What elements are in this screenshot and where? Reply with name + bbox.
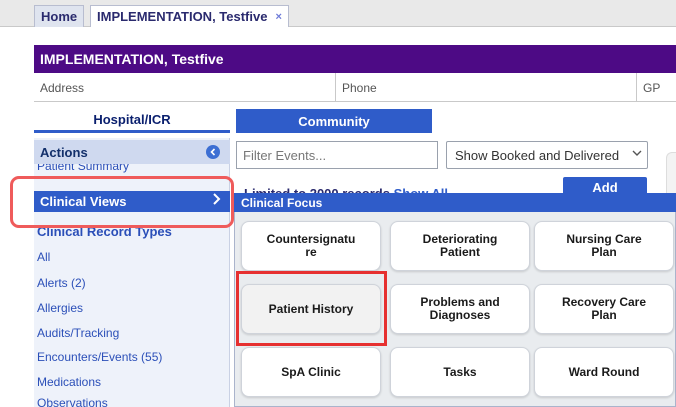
tile-tasks[interactable]: Tasks	[390, 347, 530, 397]
sidebar-item-all[interactable]: All	[34, 248, 230, 266]
show-events-select-value: Show Booked and Delivered	[455, 147, 620, 163]
tile-problems-and-diagnoses[interactable]: Problems and Diagnoses	[390, 284, 530, 334]
tab-community[interactable]: Community	[236, 109, 432, 133]
address-field: Address	[34, 73, 336, 102]
show-events-select[interactable]: Show Booked and Delivered	[446, 141, 648, 169]
tab-home-label: Home	[41, 9, 78, 24]
tile-label: Nursing Care Plan	[566, 232, 642, 259]
close-icon[interactable]: ×	[275, 11, 281, 23]
sidebar-item-encounters-events[interactable]: Encounters/Events (55)	[34, 348, 230, 366]
sidebar-item-observations[interactable]: Observations	[34, 397, 230, 407]
tab-home[interactable]: Home	[34, 5, 85, 27]
sidebar-item-label: Observations	[37, 397, 108, 407]
sidebar-item-medications[interactable]: Medications	[34, 373, 230, 391]
tile-deteriorating-patient[interactable]: Deteriorating Patient	[390, 221, 530, 271]
sidebar-item-label: Patient Summary	[37, 164, 130, 173]
tile-label: Countersignature	[266, 232, 356, 259]
tab-patient[interactable]: IMPLEMENTATION, Testfive ×	[90, 5, 289, 27]
tile-spa-clinic[interactable]: SpA Clinic	[241, 347, 381, 397]
phone-field: Phone	[336, 73, 637, 102]
tile-label: SpA Clinic	[281, 364, 341, 379]
tile-label: Tasks	[443, 364, 477, 379]
actions-header[interactable]: Actions	[34, 140, 230, 164]
sidebar-item-alerts[interactable]: Alerts (2)	[34, 274, 230, 292]
gp-field: GP	[643, 80, 661, 95]
tile-label: Deteriorating Patient	[422, 232, 498, 259]
chevron-down-icon	[632, 148, 642, 160]
tab-hospital-icr[interactable]: Hospital/ICR	[34, 109, 230, 133]
tile-label: Recovery Care Plan	[561, 295, 647, 322]
tile-label: Problems and Diagnoses	[420, 295, 500, 322]
filter-events-input[interactable]: Filter Events...	[236, 141, 438, 169]
popup-title: Clinical Focus	[234, 193, 676, 212]
sidebar-item-audits-tracking[interactable]: Audits/Tracking	[34, 324, 230, 342]
patient-banner: IMPLEMENTATION, Testfive	[34, 45, 676, 73]
sidebar-item-allergies[interactable]: Allergies	[34, 299, 230, 317]
tile-label: Ward Round	[568, 364, 640, 379]
chevron-left-icon[interactable]	[206, 145, 220, 159]
tile-ward-round[interactable]: Ward Round	[534, 347, 674, 397]
tile-recovery-care-plan[interactable]: Recovery Care Plan	[534, 284, 674, 334]
tile-countersignature[interactable]: Countersignature	[241, 221, 381, 271]
highlight-clinical-views	[10, 176, 234, 228]
tile-nursing-care-plan[interactable]: Nursing Care Plan	[534, 221, 674, 271]
tab-patient-label: IMPLEMENTATION, Testfive	[97, 9, 268, 24]
highlight-patient-history	[236, 271, 387, 346]
filter-placeholder: Filter Events...	[243, 147, 327, 163]
